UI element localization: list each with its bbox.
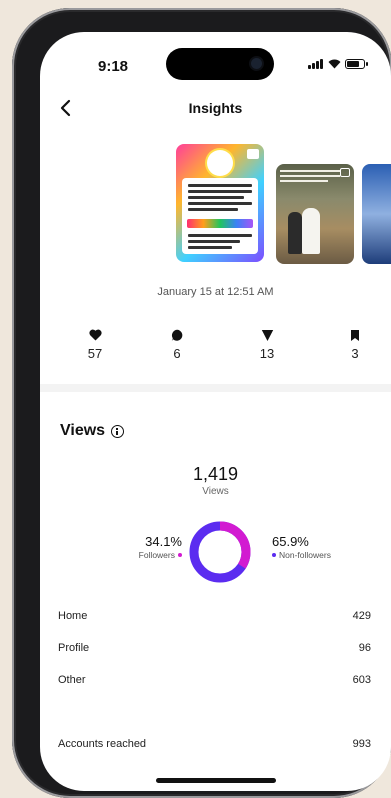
home-indicator [156,778,276,783]
followers-share: 34.1% Followers [112,534,182,560]
row-label: Accounts reached [58,738,147,750]
top-bar: Insights [40,94,391,124]
post-carousel[interactable] [40,142,391,266]
views-total-label: Views [202,486,229,497]
followers-percent: 34.1% [145,534,182,549]
shares-stat: 13 [242,328,292,361]
non-followers-legend-dot [272,553,276,557]
heart-icon [70,328,120,342]
list-item: Other 603 [58,674,371,692]
carousel-icon [247,149,259,159]
shares-count: 13 [259,346,275,361]
info-icon[interactable] [111,424,125,438]
camera-icon [251,58,262,69]
screen: 9:18 Insights January 15 at 12:51 AM 57 … [40,32,391,791]
comment-icon [152,328,202,342]
saves-count: 3 [351,346,359,361]
bookmark-icon [330,328,380,342]
non-followers-percent: 65.9% [272,534,309,549]
carousel-icon [340,168,350,177]
row-label: Profile [58,642,90,654]
likes-stat: 57 [70,328,120,361]
system-icons [308,59,368,69]
dynamic-island [166,48,274,80]
list-item: Home 429 [58,610,371,628]
wifi-icon [328,59,341,69]
phone-frame: 9:18 Insights January 15 at 12:51 AM 57 … [12,8,391,798]
row-value: 993 [352,738,371,750]
row-value: 96 [358,642,371,654]
non-followers-label: Non-followers [279,550,331,560]
engagement-stats: 57 6 13 3 [40,328,391,368]
list-item: Profile 96 [58,642,371,660]
views-title: Views [60,422,106,439]
section-divider [40,384,391,392]
status-time: 9:18 [98,58,129,75]
views-heading: Views [60,422,125,440]
row-label: Home [58,610,88,622]
status-bar: 9:18 [40,32,391,84]
saves-stat: 3 [330,328,380,361]
comments-count: 6 [173,346,181,361]
row-value: 429 [352,610,371,622]
followers-label: Followers [138,550,175,560]
post-thumbnail[interactable] [276,164,354,264]
page-title: Insights [188,100,243,116]
post-logo [207,150,233,176]
views-donut-chart [189,521,251,583]
battery-icon [345,59,368,69]
followers-legend-dot [178,553,182,557]
row-value: 603 [352,674,371,686]
post-card [182,178,258,254]
views-total: 1,419 [192,464,239,484]
comments-stat: 6 [152,328,202,361]
post-date: January 15 at 12:51 AM [157,286,274,298]
share-icon [242,328,292,342]
post-thumbnail[interactable] [362,164,391,264]
signal-icon [308,59,323,69]
post-thumbnail-selected[interactable] [176,144,264,262]
post-headline [187,219,253,228]
list-item: Accounts reached 993 [58,738,371,756]
non-followers-share: 65.9% Non-followers [272,534,372,560]
row-label: Other [58,674,86,686]
likes-count: 57 [87,346,103,361]
